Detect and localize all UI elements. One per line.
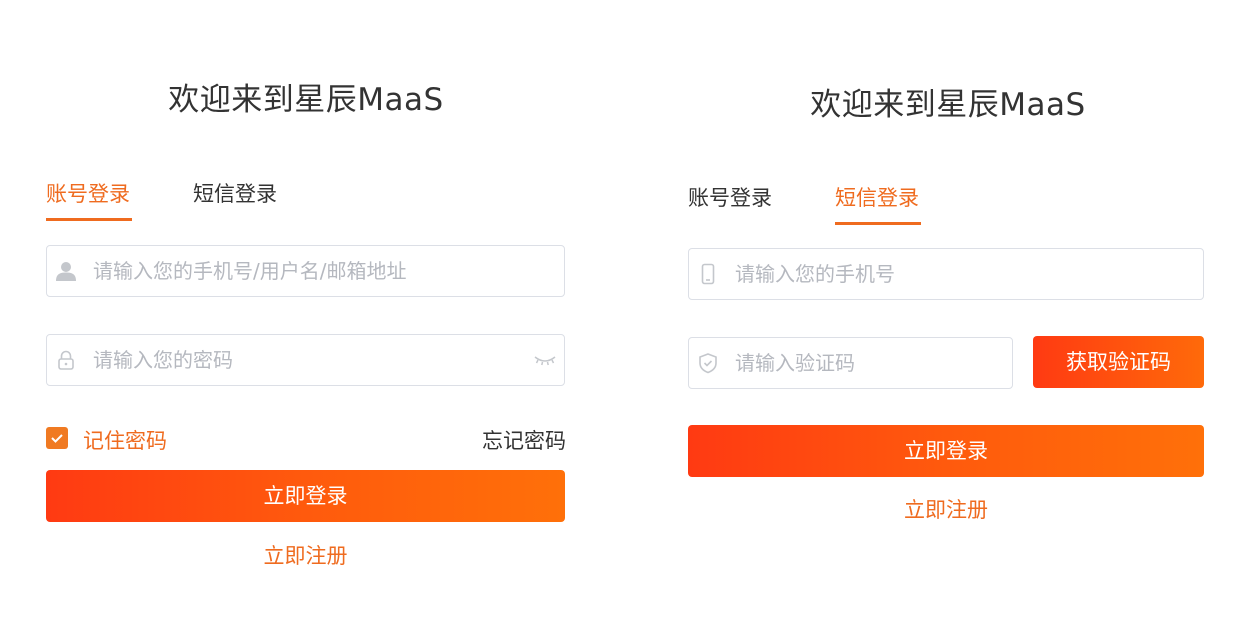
tab-sms-login[interactable]: 短信登录 [835,182,919,212]
shield-icon [697,352,719,374]
tab-sms-login[interactable]: 短信登录 [193,178,277,208]
tab-account-login[interactable]: 账号登录 [688,182,772,212]
user-icon [55,260,77,282]
tab-account-login[interactable]: 账号登录 [46,178,130,208]
get-code-button[interactable]: 获取验证码 [1033,336,1204,388]
remember-label: 记住密码 [83,429,167,453]
phone-icon [697,263,719,285]
register-link[interactable]: 立即注册 [688,494,1204,524]
forgot-password-link[interactable]: 忘记密码 [482,425,566,455]
phone-input[interactable] [735,249,1195,299]
page-title: 欢迎来到星辰MaaS [168,82,444,118]
password-input[interactable] [93,335,513,385]
username-input[interactable] [93,246,553,296]
login-button[interactable]: 立即登录 [688,425,1204,477]
active-tab-underline [835,222,921,225]
lock-icon [55,349,77,371]
remember-checkbox[interactable] [46,427,68,449]
phone-field-box [688,248,1204,300]
register-link[interactable]: 立即注册 [46,540,565,570]
password-field-box [46,334,565,386]
check-icon [51,434,63,443]
login-button[interactable]: 立即登录 [46,470,565,522]
code-field-box [688,337,1013,389]
eye-closed-icon[interactable] [534,350,556,370]
username-field-box [46,245,565,297]
code-input[interactable] [735,338,1005,388]
page-title: 欢迎来到星辰MaaS [810,87,1086,123]
active-tab-underline [46,218,132,221]
